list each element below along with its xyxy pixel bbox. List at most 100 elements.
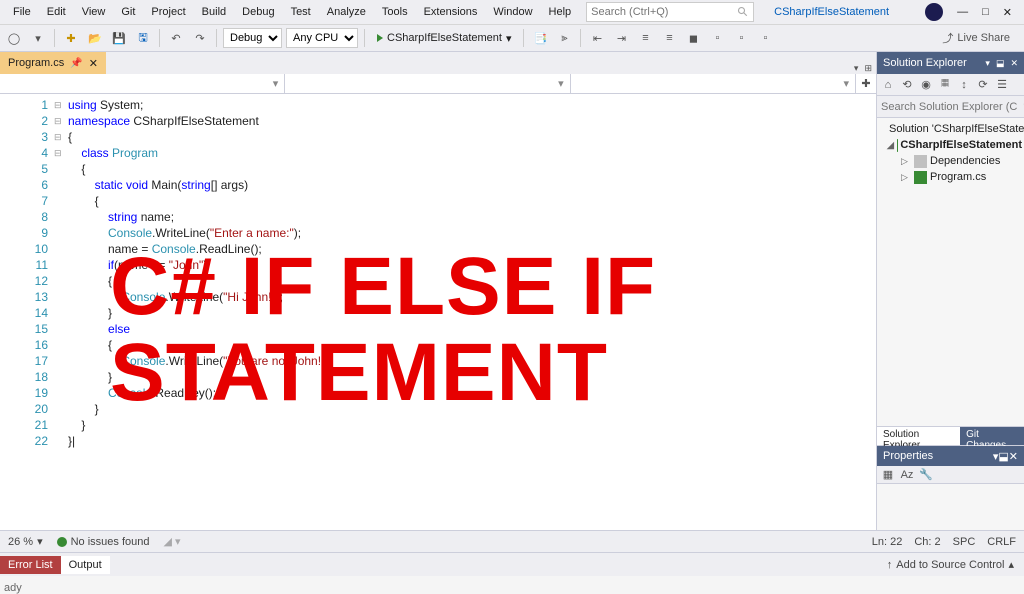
col-indicator[interactable]: Ch: 2 <box>914 536 940 548</box>
indent-more-button[interactable]: ⇥ <box>611 28 631 48</box>
issues-status[interactable]: No issues found <box>57 536 150 548</box>
tree-solution-node[interactable]: Solution 'CSharpIfElseStater <box>879 121 1022 137</box>
properties-panel: Properties ▾⬓✕ ▦ Aᴢ 🔧 <box>877 446 1024 530</box>
toolbar-extra-2[interactable]: ▫ <box>731 28 751 48</box>
document-tab-well: Program.cs 📌 ✕ ▾ ⊞ <box>0 52 876 74</box>
restore-button[interactable]: □ <box>982 6 989 18</box>
lineending-indicator[interactable]: CRLF <box>987 536 1016 548</box>
play-icon <box>377 34 383 42</box>
minimize-button[interactable]: — <box>957 6 968 18</box>
panel-close-icon[interactable]: ✕ <box>1010 58 1018 69</box>
new-project-button[interactable]: ✚ <box>61 28 81 48</box>
toolbar-extra-3[interactable]: ▫ <box>755 28 775 48</box>
check-icon <box>57 537 67 547</box>
quick-search[interactable] <box>586 2 754 22</box>
se-tab-strip: Solution Explorer Git Changes <box>877 426 1024 446</box>
redo-button[interactable]: ↷ <box>190 28 210 48</box>
menu-extensions[interactable]: Extensions <box>417 3 485 21</box>
menu-help[interactable]: Help <box>542 3 579 21</box>
panel-menu-icon[interactable]: ▾ <box>985 58 990 69</box>
se-search-input[interactable] <box>881 101 1023 113</box>
platform-select[interactable]: Any CPU <box>286 28 358 48</box>
bottom-tool-tabs: Error List Output ↑ Add to Source Contro… <box>0 552 1024 576</box>
nav-type[interactable]: ▾ <box>285 74 570 93</box>
close-button[interactable]: ✕ <box>1003 6 1012 19</box>
tab-error-list[interactable]: Error List <box>0 556 61 574</box>
line-numbers: 12345678910111213141516171819202122 <box>0 94 54 530</box>
menu-view[interactable]: View <box>75 3 113 21</box>
prop-wrench-icon[interactable]: 🔧 <box>919 468 933 482</box>
tab-solution-explorer[interactable]: Solution Explorer <box>877 427 960 445</box>
menu-edit[interactable]: Edit <box>40 3 73 21</box>
bookmark-button[interactable]: ◼ <box>683 28 703 48</box>
build-indicator: ◢ ▾ <box>164 535 181 548</box>
save-all-button[interactable]: 🖫 <box>133 28 153 48</box>
se-refresh-icon[interactable]: ⟳ <box>976 78 990 92</box>
code-content[interactable]: using System;namespace CSharpIfElseState… <box>68 94 876 530</box>
se-collapse-icon[interactable]: ↕ <box>957 78 971 92</box>
se-props-icon[interactable]: ☰ <box>995 78 1009 92</box>
prop-cat-icon[interactable]: ▦ <box>881 468 895 482</box>
nav-member[interactable]: ▾ <box>571 74 856 93</box>
tab-solution-icon[interactable]: ⊞ <box>864 63 872 74</box>
code-editor[interactable]: 12345678910111213141516171819202122 ⊟⊟⊟⊟… <box>0 94 876 530</box>
undo-button[interactable]: ↶ <box>166 28 186 48</box>
menu-test[interactable]: Test <box>284 3 318 21</box>
spacing-indicator[interactable]: SPC <box>953 536 976 548</box>
toolbar-icon-2[interactable]: ⫸ <box>554 28 574 48</box>
toolbar-extra-1[interactable]: ▫ <box>707 28 727 48</box>
se-sync-icon[interactable]: ⟲ <box>900 78 914 92</box>
prop-close-icon[interactable]: ✕ <box>1009 451 1018 463</box>
pin-icon[interactable]: 📌 <box>70 58 82 69</box>
solution-tree[interactable]: Solution 'CSharpIfElseStater ◢ CSharpIfE… <box>877 118 1024 426</box>
panel-pin-icon[interactable]: ⬓ <box>996 58 1005 69</box>
tree-project-node[interactable]: ◢ CSharpIfElseStatement <box>879 137 1022 153</box>
toolbar-icon-1[interactable]: 📑 <box>530 28 550 48</box>
tree-programcs-node[interactable]: ▷ Program.cs <box>879 169 1022 185</box>
config-select[interactable]: Debug <box>223 28 282 48</box>
menu-file[interactable]: File <box>6 3 38 21</box>
nav-fwd-button[interactable]: ▾ <box>28 28 48 48</box>
split-editor-button[interactable]: ✚ <box>856 74 876 93</box>
comment-button[interactable]: ≡ <box>635 28 655 48</box>
indent-less-button[interactable]: ⇤ <box>587 28 607 48</box>
tab-close-icon[interactable]: ✕ <box>89 57 98 70</box>
se-home-icon[interactable]: ⌂ <box>881 78 895 92</box>
menu-debug[interactable]: Debug <box>235 3 281 21</box>
menu-analyze[interactable]: Analyze <box>320 3 373 21</box>
save-button[interactable]: 💾 <box>109 28 129 48</box>
user-avatar-icon[interactable] <box>925 3 943 21</box>
zoom-level[interactable]: 26 % ▾ <box>8 535 43 548</box>
tab-options-icon[interactable]: ▾ <box>854 63 859 74</box>
nav-back-button[interactable]: ◯ <box>4 28 24 48</box>
search-input[interactable] <box>591 6 737 18</box>
line-indicator[interactable]: Ln: 22 <box>872 536 903 548</box>
tree-dependencies-node[interactable]: ▷ Dependencies <box>879 153 1022 169</box>
prop-pin-icon[interactable]: ⬓ <box>998 451 1008 463</box>
tab-output[interactable]: Output <box>61 556 110 574</box>
dependencies-icon <box>914 155 927 168</box>
menu-project[interactable]: Project <box>144 3 192 21</box>
add-source-control[interactable]: ↑ Add to Source Control ▴ <box>877 555 1024 574</box>
live-share-icon: ⤴ <box>942 30 953 46</box>
se-hammer-icon[interactable]: ◉ <box>919 78 933 92</box>
menu-build[interactable]: Build <box>195 3 233 21</box>
se-search[interactable]: 🔍 <box>877 96 1024 118</box>
project-name-label: CSharpIfElseStatement <box>774 6 889 18</box>
prop-az-icon[interactable]: Aᴢ <box>900 468 914 482</box>
open-button[interactable]: 📂 <box>85 28 105 48</box>
menu-git[interactable]: Git <box>114 3 142 21</box>
live-share-button[interactable]: ⤴ Live Share <box>942 30 1020 46</box>
search-icon <box>737 6 749 18</box>
se-showall-icon[interactable]: 𝄜 <box>938 78 952 92</box>
tab-git-changes[interactable]: Git Changes <box>960 427 1024 445</box>
start-target-label: CSharpIfElseStatement <box>387 32 502 44</box>
fold-gutter[interactable]: ⊟⊟⊟⊟ <box>54 94 68 530</box>
file-tab-program[interactable]: Program.cs 📌 ✕ <box>0 52 106 74</box>
nav-scope[interactable]: ▾ <box>0 74 285 93</box>
start-debug-button[interactable]: CSharpIfElseStatement ▾ <box>371 30 517 47</box>
uncomment-button[interactable]: ≡ <box>659 28 679 48</box>
menu-window[interactable]: Window <box>486 3 539 21</box>
nav-bar: ▾ ▾ ▾ ✚ <box>0 74 876 94</box>
menu-tools[interactable]: Tools <box>375 3 415 21</box>
